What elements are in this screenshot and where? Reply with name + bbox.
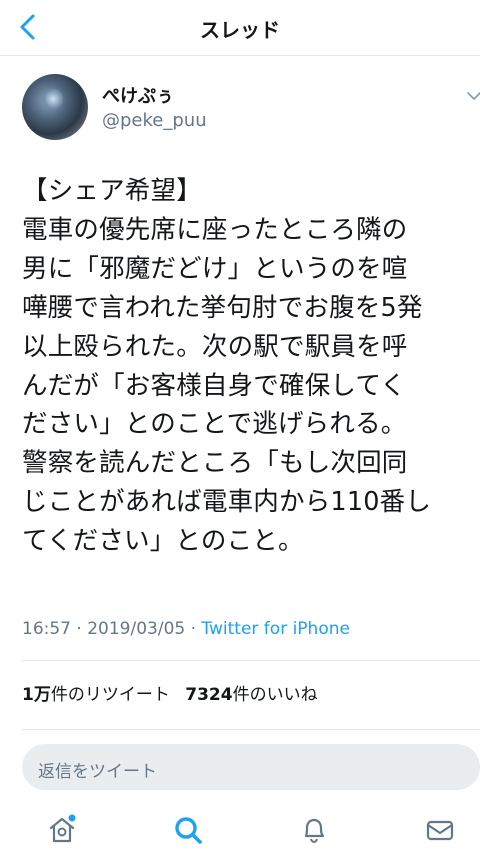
tab-messages[interactable]	[424, 814, 456, 846]
tweet-options-button[interactable]	[466, 88, 480, 104]
likes-stat[interactable]: 7324件のいいね	[185, 685, 317, 705]
tweet-author[interactable]: ぺけぷぅ @peke_puu	[22, 74, 480, 144]
tweet-text: 【シェア希望】 電車の優先席に座ったところ隣の 男に「邪魔だどけ」というのを喧 …	[22, 176, 432, 557]
tab-bar	[0, 806, 480, 853]
divider	[22, 729, 480, 730]
meta-separator: ·	[185, 619, 202, 639]
tweet-time: 16:57	[22, 619, 71, 639]
retweets-label: 件のリツイート	[50, 685, 170, 705]
chevron-down-icon	[467, 92, 480, 100]
author-handle[interactable]: @peke_puu	[102, 110, 207, 131]
tab-notifications[interactable]	[298, 814, 330, 846]
retweets-stat[interactable]: 1万件のリツイート	[22, 685, 170, 705]
avatar[interactable]	[22, 74, 88, 140]
search-icon	[175, 817, 202, 844]
retweets-count: 1万	[22, 685, 51, 705]
likes-count: 7324	[185, 685, 233, 705]
top-bar: スレッド	[0, 0, 480, 56]
tweet-source-link[interactable]: Twitter for iPhone	[201, 619, 350, 639]
mail-icon	[426, 820, 454, 841]
tab-search[interactable]	[172, 814, 204, 846]
tweet-stats: 1万件のリツイート 7324件のいいね	[22, 680, 318, 705]
tweet-date: 2019/03/05	[87, 619, 186, 639]
tweet-meta: 16:57 · 2019/03/05 · Twitter for iPhone	[22, 619, 350, 639]
meta-separator: ·	[71, 619, 88, 639]
bell-icon	[304, 818, 325, 844]
tab-home[interactable]	[46, 814, 78, 846]
likes-label: 件のいいね	[232, 685, 318, 705]
author-display-name[interactable]: ぺけぷぅ	[102, 82, 174, 108]
divider	[22, 660, 480, 661]
page-title: スレッド	[200, 18, 280, 42]
reply-input[interactable]: 返信をツイート	[22, 744, 480, 790]
reply-placeholder: 返信をツイート	[38, 762, 157, 782]
home-icon	[49, 814, 76, 843]
